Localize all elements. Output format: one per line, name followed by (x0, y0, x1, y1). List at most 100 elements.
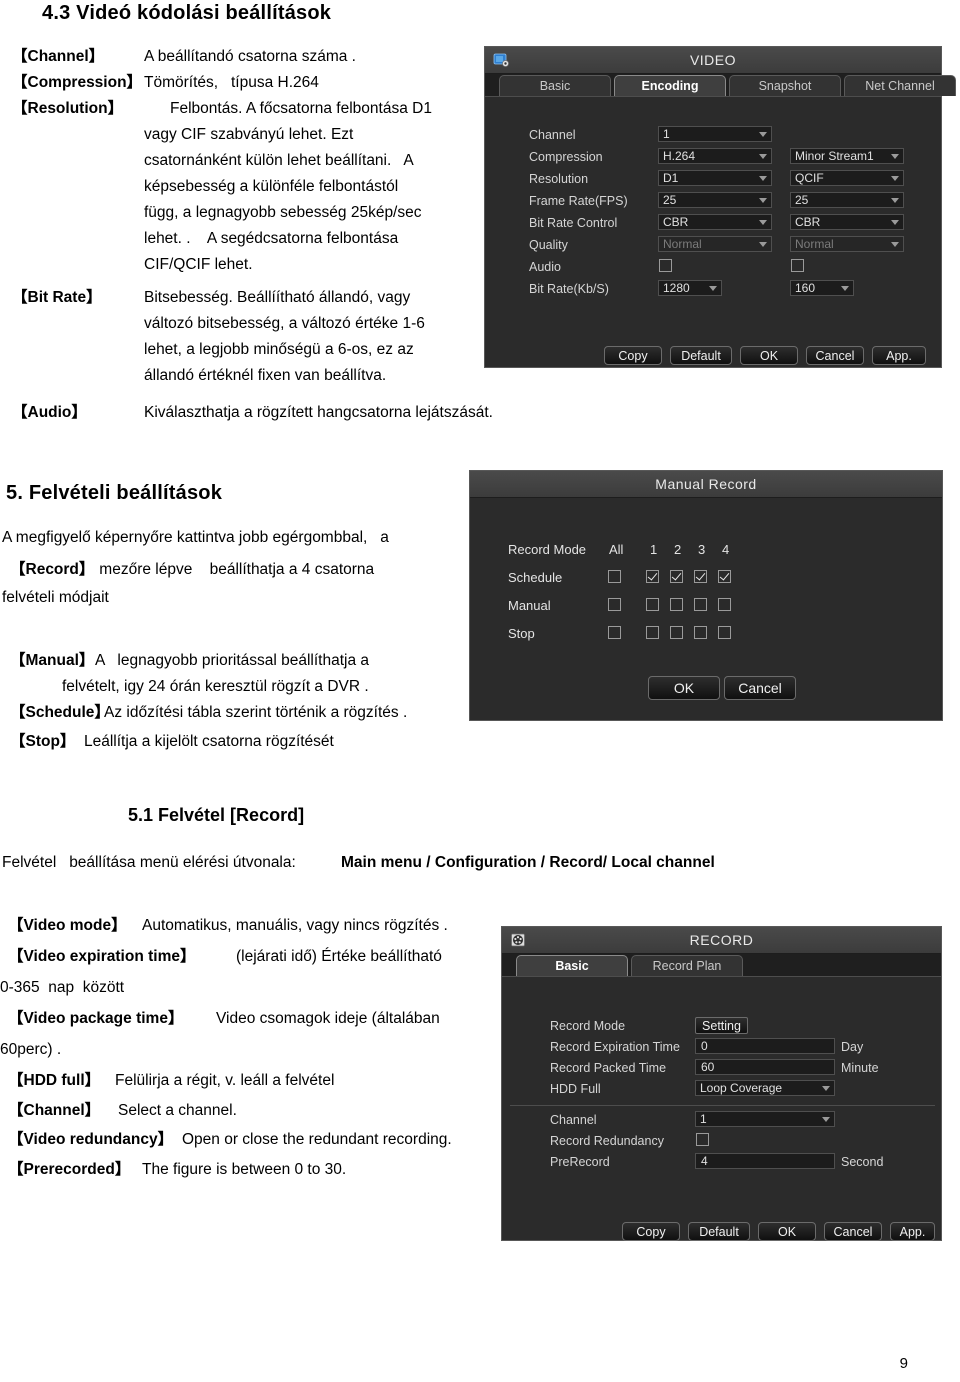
select-compression-main[interactable]: H.264 (658, 148, 772, 164)
select-bit-rate-control-main[interactable]: CBR (658, 214, 772, 230)
term-resolution: 【Resolution】 (12, 100, 124, 117)
select-resolution-main[interactable]: D1 (658, 170, 772, 186)
label-quality: Quality (529, 238, 568, 252)
field-prerecord[interactable]: 4 (695, 1153, 835, 1169)
term-video-expiration-time-desc-line-2: 0-365 nap között (0, 979, 125, 996)
section-5-1-heading: 5.1 Felvétel [Record] (128, 805, 305, 825)
select-frame-rate-main[interactable]: 25 (658, 192, 772, 208)
select-frame-rate-sub[interactable]: 25 (790, 192, 904, 208)
resolution-line-4: képsebesség a különféle felbontástól (144, 178, 399, 195)
select-bit-rate-control-sub[interactable]: CBR (790, 214, 904, 230)
label-record-mode: Record Mode (508, 542, 587, 557)
column-4: 4 (722, 542, 730, 557)
checkbox-schedule-1[interactable] (646, 570, 659, 583)
video-dialog: VIDEO Basic Encoding Snapshot Net Channe… (484, 46, 956, 368)
term-channel: 【Channel】 (12, 48, 105, 65)
video-dialog-title: VIDEO (689, 52, 737, 68)
label-resolution: Resolution (529, 172, 589, 186)
apply-button[interactable]: App. (872, 346, 926, 365)
unit-record-expiration-time: Day (841, 1040, 864, 1054)
manual-record-title: Manual Record (655, 476, 757, 492)
select-quality-main[interactable]: Normal (658, 236, 772, 252)
default-button[interactable]: Default (670, 346, 732, 365)
chevron-down-icon (891, 198, 899, 203)
field-record-packed-time[interactable]: 60 (695, 1059, 835, 1075)
tab-record-plan[interactable]: Record Plan (631, 955, 743, 976)
tab-encoding[interactable]: Encoding (614, 75, 726, 96)
term-record: 【Record】 (10, 561, 95, 578)
checkbox-manual-all[interactable] (608, 598, 621, 611)
column-all: All (609, 542, 624, 557)
select-resolution-sub-value: QCIF (795, 171, 824, 185)
checkbox-schedule-all[interactable] (608, 570, 621, 583)
tab-snapshot[interactable]: Snapshot (729, 75, 841, 96)
copy-button[interactable]: Copy (604, 346, 662, 365)
checkbox-manual-3[interactable] (694, 598, 707, 611)
select-compression-sub[interactable]: Minor Stream1 (790, 148, 904, 164)
bitrate-line-2: változó bitsebesség, a változó értéke 1-… (144, 315, 425, 332)
record-default-button[interactable]: Default (688, 1222, 750, 1241)
term-video-redundancy-desc: Open or close the redundant recording. (182, 1131, 452, 1148)
select-frame-rate-sub-value: 25 (795, 193, 809, 207)
record-dialog-title: RECORD (689, 932, 754, 948)
chevron-down-icon (759, 176, 767, 181)
manual-record-dialog: Manual Record Record Mode All 1 2 3 4 Sc… (469, 470, 943, 721)
term-stop-desc: Leállítja a kijelölt csatorna rögzítését (84, 733, 334, 750)
checkbox-stop-3[interactable] (694, 626, 707, 639)
record-ok-button[interactable]: OK (758, 1222, 816, 1241)
select-hdd-full-value: Loop Coverage (700, 1081, 783, 1095)
video-dialog-titlebar: VIDEO (485, 47, 941, 74)
select-bit-rate-kbs-main[interactable]: 1280 (658, 280, 722, 296)
select-bit-rate-kbs-sub[interactable]: 160 (790, 280, 854, 296)
manual-record-ok-button[interactable]: OK (648, 676, 720, 700)
column-3: 3 (698, 542, 706, 557)
term-compression-desc: Tömörítés, típusa H.264 (144, 74, 319, 91)
row-label-schedule: Schedule (508, 570, 563, 585)
select-bit-rate-control-sub-value: CBR (795, 215, 821, 229)
cancel-button[interactable]: Cancel (806, 346, 864, 365)
checkbox-stop-1[interactable] (646, 626, 659, 639)
manual-record-cancel-button[interactable]: Cancel (724, 676, 796, 700)
term-video-package-time-desc: Video csomagok ideje (általában (216, 1010, 440, 1027)
resolution-line-7: CIF/QCIF lehet. (144, 256, 253, 273)
field-record-expiration-time[interactable]: 0 (695, 1038, 835, 1054)
checkbox-record-redundancy[interactable] (696, 1133, 709, 1146)
record-apply-button[interactable]: App. (890, 1222, 935, 1241)
chevron-down-icon (891, 154, 899, 159)
chevron-down-icon (822, 1117, 830, 1122)
checkbox-stop-all[interactable] (608, 626, 621, 639)
checkbox-schedule-2[interactable] (670, 570, 683, 583)
row-label-manual: Manual (508, 598, 551, 613)
checkbox-schedule-3[interactable] (694, 570, 707, 583)
label-bit-rate-control: Bit Rate Control (529, 216, 618, 230)
term-resolution-desc: Felbontás. A főcsatorna felbontása D1 (170, 100, 432, 117)
checkbox-schedule-4[interactable] (718, 570, 731, 583)
record-mode-setting-button[interactable]: Setting (695, 1017, 748, 1034)
checkbox-audio-main[interactable] (659, 259, 672, 272)
label-record-channel: Channel (550, 1113, 597, 1127)
checkbox-manual-4[interactable] (718, 598, 731, 611)
select-hdd-full[interactable]: Loop Coverage (695, 1080, 835, 1096)
select-channel[interactable]: 1 (658, 126, 772, 142)
tab-record-basic[interactable]: Basic (516, 955, 628, 976)
bitrate-line-3: lehet, a legjobb minőségü a 6-os, ez az (144, 341, 414, 358)
checkbox-audio-sub[interactable] (791, 259, 804, 272)
unit-record-packed-time: Minute (841, 1061, 879, 1075)
chevron-down-icon (759, 220, 767, 225)
tab-net-channel[interactable]: Net Channel (844, 75, 956, 96)
checkbox-manual-1[interactable] (646, 598, 659, 611)
select-resolution-sub[interactable]: QCIF (790, 170, 904, 186)
ok-button[interactable]: OK (740, 346, 798, 365)
select-quality-sub[interactable]: Normal (790, 236, 904, 252)
checkbox-manual-2[interactable] (670, 598, 683, 611)
select-record-channel[interactable]: 1 (695, 1111, 835, 1127)
chevron-down-icon (759, 132, 767, 137)
label-bit-rate-kbs: Bit Rate(Kb/S) (529, 282, 609, 296)
checkbox-stop-4[interactable] (718, 626, 731, 639)
record-copy-button[interactable]: Copy (622, 1222, 680, 1241)
tab-basic[interactable]: Basic (499, 75, 611, 96)
record-cancel-button[interactable]: Cancel (824, 1222, 882, 1241)
checkbox-stop-2[interactable] (670, 626, 683, 639)
video-camera-icon (491, 50, 511, 70)
select-quality-main-value: Normal (663, 237, 702, 251)
